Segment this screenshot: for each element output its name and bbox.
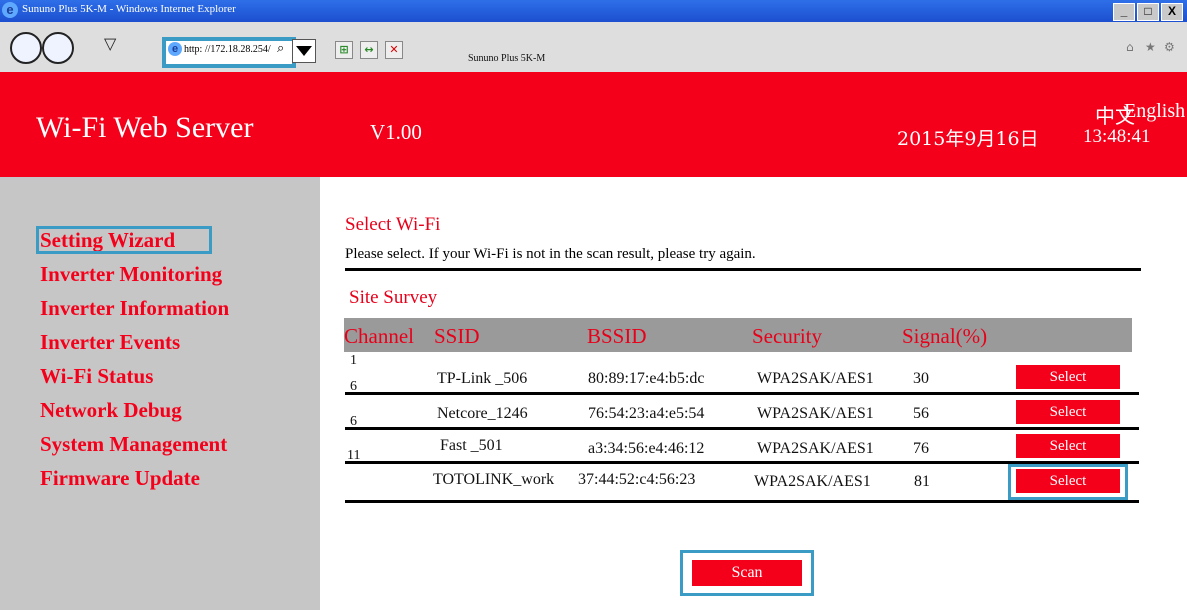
address-dropdown-button[interactable] [292, 39, 316, 63]
minimize-icon[interactable]: _ [1113, 3, 1135, 21]
table-cell-bssid: a3:34:56:e4:46:12 [588, 440, 705, 457]
chevron-down-icon [296, 46, 312, 56]
table-cell-ssid: Fast _501 [440, 437, 503, 454]
table-cell-signal: 76 [913, 440, 929, 457]
back-icon[interactable] [10, 32, 42, 64]
table-cell-channel: 11 [347, 448, 361, 463]
version-label: V1.00 [370, 120, 422, 144]
current-date: 2015年9月16日 [897, 128, 1039, 150]
column-header-bssid: BSSID [587, 324, 647, 348]
sidebar-item-inverter-monitoring[interactable]: Inverter Monitoring [40, 262, 222, 287]
column-header-security: Security [752, 324, 822, 348]
section-title: Select Wi-Fi [345, 214, 441, 235]
divider [345, 268, 1141, 271]
site-survey-title: Site Survey [349, 287, 438, 308]
table-cell-ssid: Netcore_1246 [437, 405, 528, 422]
close-icon[interactable]: X [1161, 3, 1183, 21]
table-row-divider [345, 427, 1139, 430]
address-input[interactable]: http: //172.18.28.254/ [184, 44, 271, 55]
select-button[interactable]: Select [1015, 399, 1121, 425]
sidebar-item-firmware-update[interactable]: Firmware Update [40, 466, 200, 491]
browser-tab[interactable]: Sununo Plus 5K-M [468, 53, 545, 64]
ie-logo-icon: e [168, 42, 182, 56]
refresh-icon[interactable]: ↔ [360, 41, 378, 59]
table-cell-bssid: 80:89:17:e4:b5:dc [588, 370, 705, 387]
column-header-channel: Channel [344, 324, 414, 348]
table-cell-ssid: TP-Link _506 [437, 370, 528, 387]
forward-icon[interactable] [42, 32, 74, 64]
ie-logo-icon: e [2, 2, 18, 18]
table-row-divider [345, 392, 1139, 395]
table-cell-security: WPA2SAK/AES1 [757, 405, 874, 422]
table-cell-signal: 81 [914, 473, 930, 490]
table-cell-security: WPA2SAK/AES1 [754, 473, 871, 490]
table-cell-ssid: TOTOLINK_work [433, 471, 555, 488]
chevron-down-icon[interactable]: ▽ [104, 34, 116, 53]
select-button[interactable]: Select [1015, 364, 1121, 390]
compat-icon[interactable]: ⊞ [335, 41, 353, 59]
current-time: 13:48:41 [1083, 126, 1151, 147]
select-button[interactable]: Select [1015, 468, 1121, 494]
table-cell-channel: 1 [350, 353, 357, 368]
table-cell-security: WPA2SAK/AES1 [757, 440, 874, 457]
sidebar-item-inverter-information[interactable]: Inverter Information [40, 296, 229, 321]
maximize-icon[interactable]: □ [1137, 3, 1159, 21]
stop-icon[interactable]: ✕ [385, 41, 403, 59]
sidebar-item-wifi-status[interactable]: Wi-Fi Status [40, 364, 153, 389]
window-title: Sununo Plus 5K-M - Windows Internet Expl… [22, 3, 236, 15]
sidebar-item-network-debug[interactable]: Network Debug [40, 398, 182, 423]
table-bottom-divider [345, 500, 1139, 503]
table-cell-channel: 6 [350, 414, 357, 429]
table-cell-signal: 56 [913, 405, 929, 422]
scan-button[interactable]: Scan [690, 558, 804, 588]
select-button[interactable]: Select [1015, 433, 1121, 459]
language-english-link[interactable]: English [1124, 100, 1185, 123]
home-icon[interactable]: ⌂ [1126, 40, 1134, 54]
table-cell-channel: 6 [350, 379, 357, 394]
column-header-ssid: SSID [434, 324, 480, 348]
tools-icon[interactable]: ⚙ [1164, 40, 1175, 54]
selection-highlight [36, 226, 212, 254]
favorites-icon[interactable]: ★ [1145, 40, 1156, 54]
table-cell-security: WPA2SAK/AES1 [757, 370, 874, 387]
sidebar-item-system-management[interactable]: System Management [40, 432, 227, 457]
table-cell-bssid: 37:44:52:c4:56:23 [578, 471, 696, 488]
table-cell-bssid: 76:54:23:a4:e5:54 [588, 405, 705, 422]
column-header-signal: Signal(%) [902, 324, 988, 348]
sidebar-item-inverter-events[interactable]: Inverter Events [40, 330, 180, 355]
instruction-text: Please select. If your Wi-Fi is not in t… [345, 246, 756, 262]
search-icon[interactable]: ⌕ [277, 41, 284, 56]
table-cell-signal: 30 [913, 370, 929, 387]
page-title: Wi-Fi Web Server [36, 111, 254, 144]
